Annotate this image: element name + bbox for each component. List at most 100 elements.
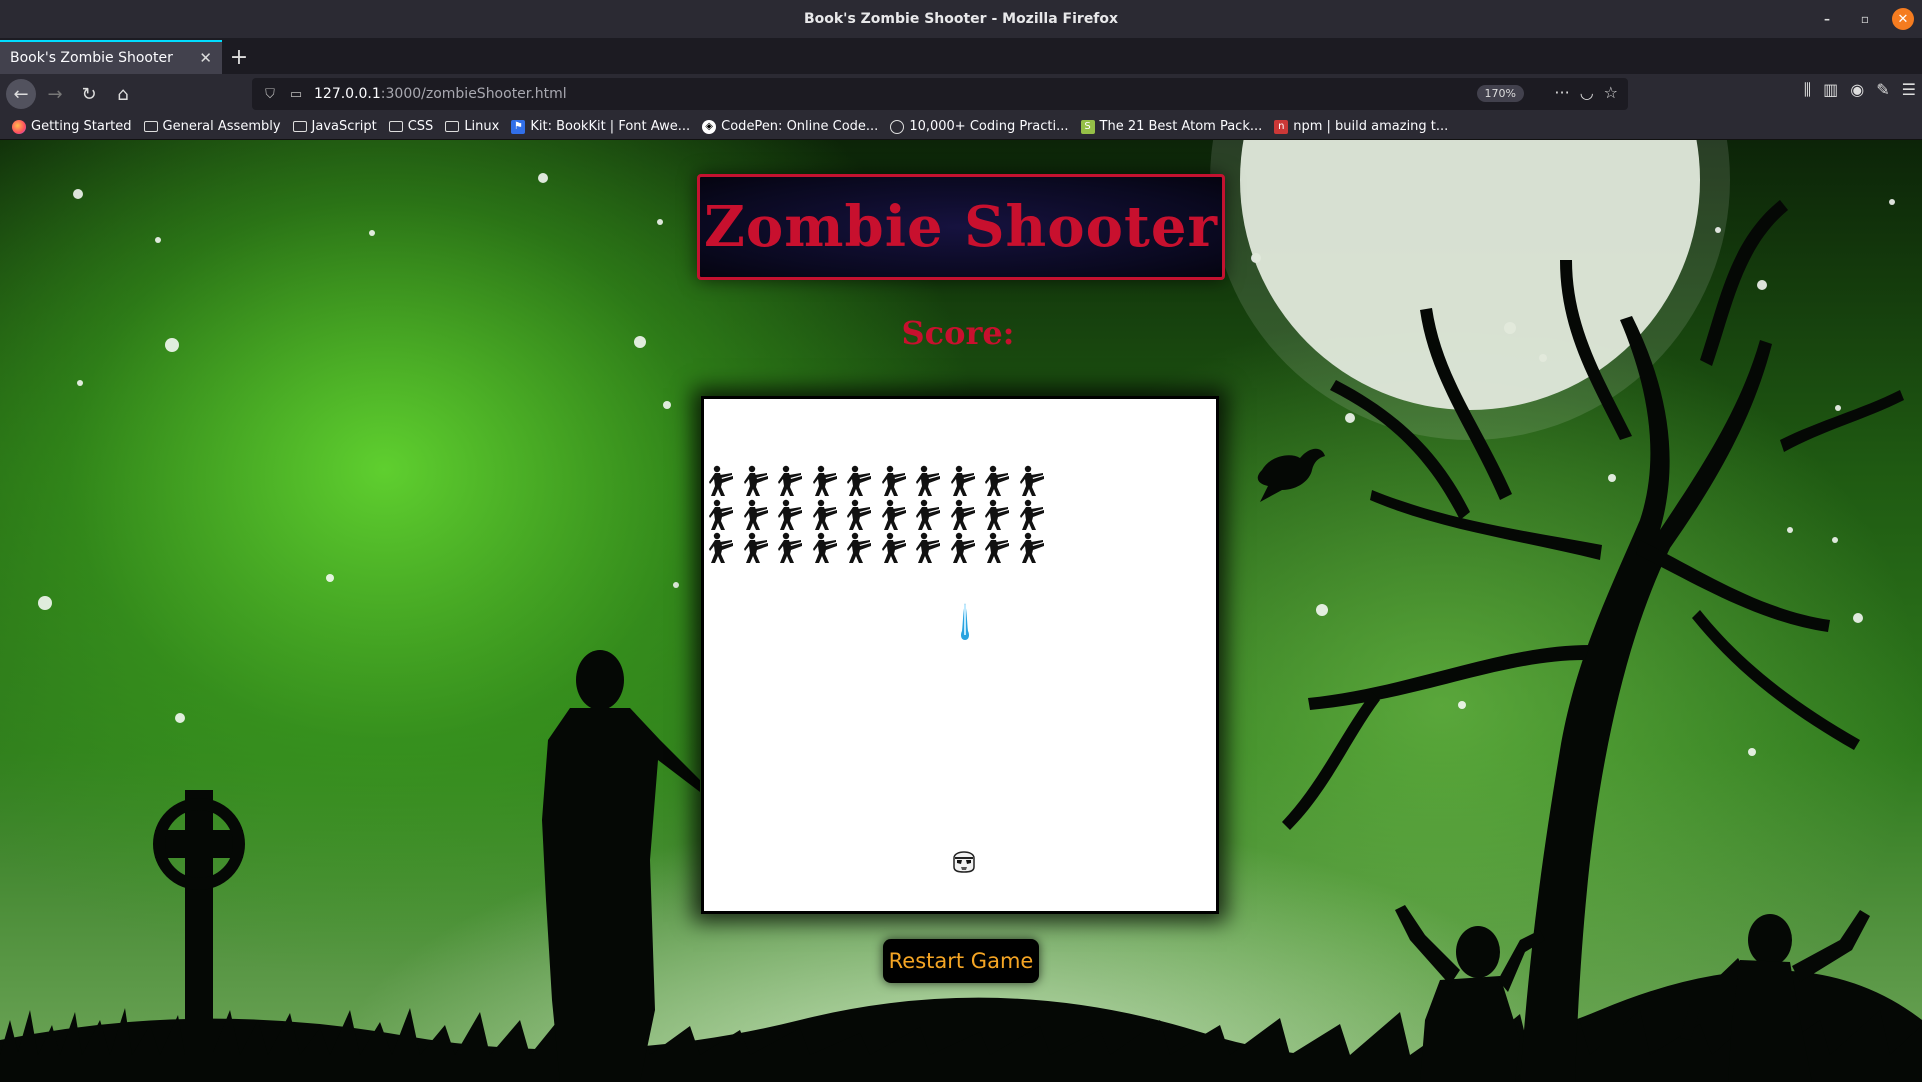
window-controls: – ▫ ✕ xyxy=(1816,8,1914,30)
zombie-enemy-icon xyxy=(1019,499,1045,531)
score-display: Score: xyxy=(0,314,1922,352)
zoom-indicator[interactable]: 170% xyxy=(1476,85,1524,102)
zombie-enemy-icon xyxy=(1019,532,1045,564)
reload-icon[interactable]: ↻ xyxy=(74,79,104,109)
game-title-box: Zombie Shooter xyxy=(697,174,1225,280)
zombie-enemy-icon xyxy=(777,465,803,497)
zombie-enemy-icon xyxy=(812,465,838,497)
flag-icon: ⚑ xyxy=(511,119,526,134)
zombie-enemy-icon xyxy=(984,465,1010,497)
back-icon[interactable]: ← xyxy=(6,79,36,109)
bookmark-label: General Assembly xyxy=(162,119,281,134)
zombie-enemy-icon xyxy=(743,532,769,564)
zombie-enemy-icon xyxy=(950,532,976,564)
url-host: 127.0.0.1 xyxy=(314,86,381,102)
bookmark-label: Kit: BookKit | Font Awe... xyxy=(530,119,691,134)
zombie-enemy-icon xyxy=(915,465,941,497)
bookmark-linux[interactable]: Linux xyxy=(445,119,499,134)
close-window-icon[interactable]: ✕ xyxy=(1892,8,1914,30)
score-label: Score: xyxy=(901,314,1015,352)
maximize-icon[interactable]: ▫ xyxy=(1854,8,1876,30)
bookmark-coding-practice[interactable]: 10,000+ Coding Practi... xyxy=(890,119,1069,134)
bookmark-star-icon[interactable]: ☆ xyxy=(1604,83,1618,102)
bookmark-label: The 21 Best Atom Pack... xyxy=(1099,119,1263,134)
npm-icon: n xyxy=(1274,119,1289,134)
zombie-enemy-icon xyxy=(846,499,872,531)
shopify-icon: S xyxy=(1080,119,1095,134)
pocket-icon[interactable]: ◡ xyxy=(1580,83,1594,102)
zombie-enemy-icon xyxy=(708,532,734,564)
more-icon[interactable]: ··· xyxy=(1554,83,1569,102)
folder-icon xyxy=(292,121,307,132)
bookmark-bookkit[interactable]: ⚑ Kit: BookKit | Font Awe... xyxy=(511,119,690,134)
tab-label: Book's Zombie Shooter xyxy=(10,50,173,66)
menu-icon[interactable]: ☰ xyxy=(1902,80,1916,100)
folder-icon xyxy=(143,121,158,132)
globe-icon xyxy=(890,119,905,134)
codepen-icon: ◈ xyxy=(702,119,717,134)
bookmarks-bar: Getting Started General Assembly JavaScr… xyxy=(0,114,1922,140)
bookmark-general-assembly[interactable]: General Assembly xyxy=(143,119,281,134)
zombie-enemy-icon xyxy=(915,499,941,531)
url-actions: ··· ◡ ☆ xyxy=(1554,83,1618,102)
bookmark-npm[interactable]: n npm | build amazing t... xyxy=(1274,119,1448,134)
forward-icon[interactable]: → xyxy=(40,79,70,109)
url-text[interactable]: 127.0.0.1:3000/zombieShooter.html xyxy=(314,86,567,102)
zombie-enemy-icon xyxy=(708,465,734,497)
zombie-enemy-icon xyxy=(743,499,769,531)
sidebar-icon[interactable]: ▥ xyxy=(1823,80,1838,100)
man-silhouette xyxy=(542,650,700,1082)
window-titlebar: Book's Zombie Shooter - Mozilla Firefox … xyxy=(0,0,1922,38)
zombie-enemy-icon xyxy=(984,532,1010,564)
bookmark-getting-started[interactable]: Getting Started xyxy=(12,119,132,134)
bookmark-atom-packages[interactable]: S The 21 Best Atom Pack... xyxy=(1080,119,1263,134)
zombie-enemy-icon xyxy=(846,532,872,564)
shield-icon[interactable]: ⛉ xyxy=(260,87,280,102)
zombie-enemy-icon xyxy=(708,499,734,531)
firefox-icon xyxy=(12,119,26,134)
zombie-enemy-icon xyxy=(1019,465,1045,497)
url-path: :3000/zombieShooter.html xyxy=(380,86,567,102)
folder-icon xyxy=(388,121,403,132)
page-icon[interactable]: ▭ xyxy=(286,87,306,102)
game-board[interactable] xyxy=(701,396,1219,914)
restart-game-button[interactable]: Restart Game xyxy=(883,939,1039,983)
zombie-enemy-icon xyxy=(812,499,838,531)
bookmark-label: CodePen: Online Code... xyxy=(721,119,879,134)
laser-projectile xyxy=(961,603,969,640)
address-bar[interactable]: ⛉ ▭ 127.0.0.1:3000/zombieShooter.html 17… xyxy=(252,78,1628,110)
zombie-enemy-icon xyxy=(950,499,976,531)
extension-icon[interactable]: ✎ xyxy=(1876,80,1889,100)
page-viewport: Zombie Shooter Score: Restart Game xyxy=(0,140,1922,1082)
bookmark-label: Getting Started xyxy=(31,119,132,134)
bookmark-label: Linux xyxy=(464,119,500,134)
bookmark-label: CSS xyxy=(407,119,434,134)
game-title: Zombie Shooter xyxy=(704,194,1218,260)
zombie-enemy-icon xyxy=(812,532,838,564)
zombie-enemy-icon xyxy=(881,532,907,564)
tab-strip: Book's Zombie Shooter ✕ + xyxy=(0,38,1922,74)
new-tab-icon[interactable]: + xyxy=(222,40,256,74)
navigation-toolbar: ← → ↻ ⌂ ⛉ ▭ 127.0.0.1:3000/zombieShooter… xyxy=(0,74,1922,114)
tab-zombie-shooter[interactable]: Book's Zombie Shooter ✕ xyxy=(0,40,222,74)
bookmark-javascript[interactable]: JavaScript xyxy=(292,119,377,134)
zombie-enemy-icon xyxy=(846,465,872,497)
zombie-enemy-icon xyxy=(881,465,907,497)
bookmark-label: 10,000+ Coding Practi... xyxy=(909,119,1069,134)
zombie-enemy-icon xyxy=(743,465,769,497)
stormtrooper-player-icon xyxy=(953,851,975,873)
home-icon[interactable]: ⌂ xyxy=(108,79,138,109)
bookmark-css[interactable]: CSS xyxy=(388,119,434,134)
folder-icon xyxy=(445,121,460,132)
zombie-enemy-icon xyxy=(777,499,803,531)
zombie-enemy-icon xyxy=(777,532,803,564)
bookmark-codepen[interactable]: ◈ CodePen: Online Code... xyxy=(702,119,878,134)
minimize-icon[interactable]: – xyxy=(1816,8,1838,30)
zombie-enemy-icon xyxy=(950,465,976,497)
library-icon[interactable]: ⫼ xyxy=(1804,80,1811,100)
tab-close-icon[interactable]: ✕ xyxy=(199,49,212,67)
bookmark-label: JavaScript xyxy=(311,119,377,134)
zombie-enemy-icon xyxy=(881,499,907,531)
window-title: Book's Zombie Shooter - Mozilla Firefox xyxy=(803,11,1119,27)
account-icon[interactable]: ◉ xyxy=(1850,80,1864,100)
